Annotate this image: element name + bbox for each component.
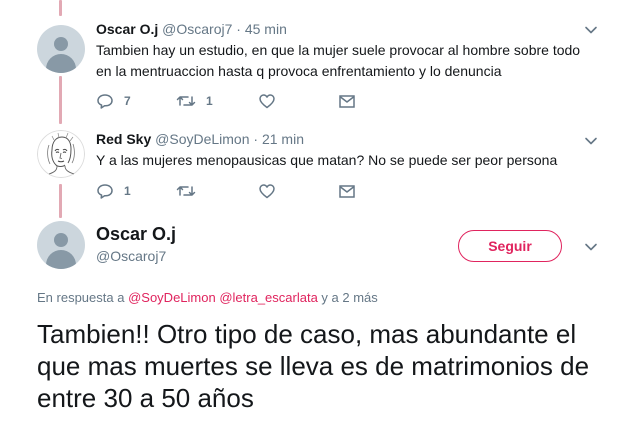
chevron-down-icon[interactable]: [584, 134, 598, 148]
reply-count: 1: [124, 184, 131, 198]
display-name[interactable]: Oscar O.j: [96, 21, 158, 37]
reply-icon: [97, 94, 113, 109]
avatar[interactable]: [37, 25, 85, 73]
retweet-icon: [176, 96, 196, 106]
separator: ·: [236, 21, 241, 37]
tweet-oscar[interactable]: Oscar O.j @Oscaroj7 · 45 min Tambien hay…: [0, 0, 632, 120]
separator: ·: [253, 131, 259, 147]
main-avatar[interactable]: [37, 221, 85, 269]
tweet-actions: 7 1: [96, 92, 376, 112]
like-button[interactable]: [258, 182, 276, 200]
timestamp[interactable]: 21 min: [262, 131, 304, 147]
reply-icon: [97, 184, 113, 199]
heart-icon: [259, 94, 275, 109]
chevron-down-icon[interactable]: [584, 23, 598, 37]
main-tweet-text: Tambien!! Otro tipo de caso, mas abundan…: [37, 319, 590, 413]
tweet-actions: 1: [96, 182, 376, 202]
sketch-portrait-icon: [37, 130, 85, 178]
like-button[interactable]: [258, 92, 276, 110]
user-handle[interactable]: @SoyDeLimon: [155, 131, 249, 147]
reply-prefix: En respuesta a: [37, 290, 125, 305]
envelope-icon: [339, 95, 355, 108]
main-user-handle[interactable]: @Oscaroj7: [96, 248, 166, 264]
heart-icon: [259, 184, 275, 199]
tweet-text: Y a las mujeres menopausicas que matan? …: [96, 152, 558, 168]
tweet-header: Red Sky @SoyDeLimon · 21 min: [96, 131, 304, 147]
display-name[interactable]: Red Sky: [96, 131, 151, 147]
reply-button[interactable]: 7: [96, 92, 131, 110]
reply-context: En respuesta a @SoyDeLimon @letra_escarl…: [37, 290, 378, 305]
retweet-icon: [176, 186, 196, 196]
tweet-text: Tambien hay un estudio, en que la mujer …: [96, 42, 581, 79]
envelope-icon: [339, 185, 355, 198]
reply-button[interactable]: 1: [96, 182, 131, 200]
retweet-button[interactable]: 1: [176, 92, 213, 110]
tweet-redsky[interactable]: Red Sky @SoyDeLimon · 21 min Y a las muj…: [0, 124, 632, 212]
reply-count: 7: [124, 94, 131, 108]
follow-button[interactable]: Seguir: [458, 230, 562, 262]
retweet-button[interactable]: [176, 182, 196, 200]
mention-link[interactable]: @SoyDeLimon: [128, 290, 216, 305]
dm-button[interactable]: [338, 92, 356, 110]
dm-button[interactable]: [338, 182, 356, 200]
retweet-count: 1: [206, 94, 213, 108]
chevron-down-icon[interactable]: [584, 240, 598, 254]
mention-link[interactable]: @letra_escarlata: [219, 290, 317, 305]
avatar[interactable]: [37, 130, 85, 178]
timestamp[interactable]: 45 min: [245, 21, 287, 37]
tweet-header: Oscar O.j @Oscaroj7 · 45 min: [96, 21, 287, 37]
main-display-name[interactable]: Oscar O.j: [96, 224, 176, 245]
user-handle[interactable]: @Oscaroj7: [162, 21, 232, 37]
reply-suffix[interactable]: y a 2 más: [321, 290, 377, 305]
